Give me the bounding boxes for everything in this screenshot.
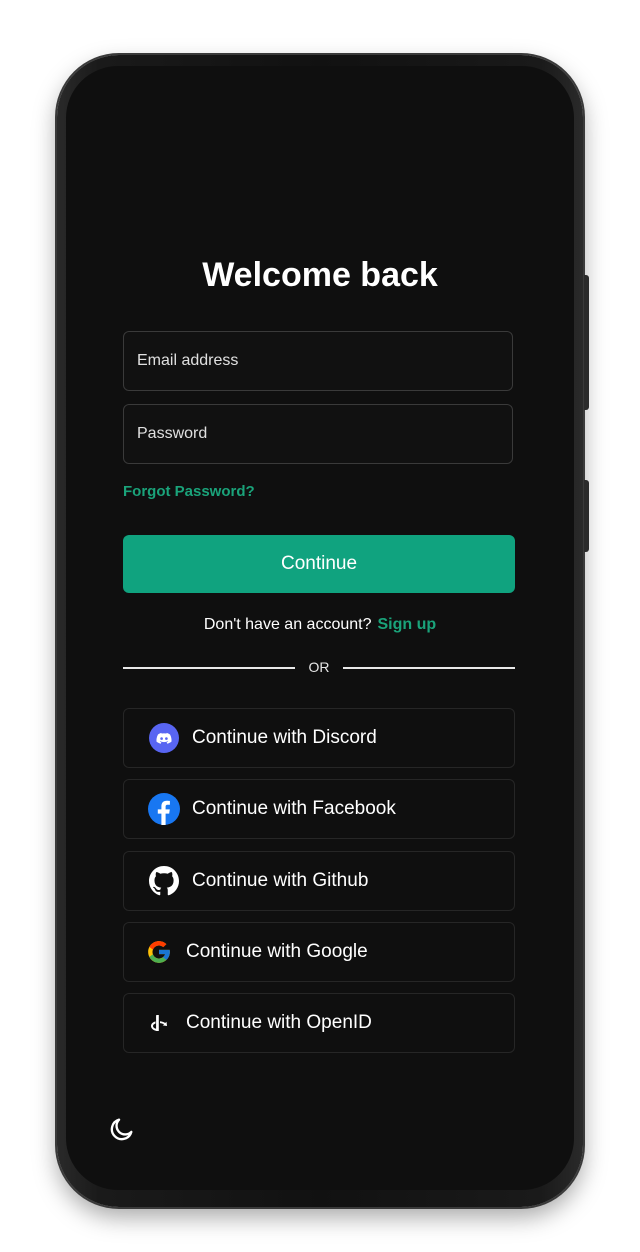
signup-prompt: Don't have an account?: [203, 616, 372, 633]
openid-icon: [146, 1007, 172, 1039]
social-button-label: Continue with Discord: [192, 727, 377, 748]
power-button: [584, 480, 589, 552]
continue-button[interactable]: Continue: [123, 535, 515, 593]
continue-with-github-button[interactable]: Continue with Github: [123, 851, 515, 911]
or-divider: OR: [123, 658, 515, 678]
email-field-container: [123, 331, 513, 391]
google-icon: [146, 936, 172, 968]
divider-line-right: [343, 667, 515, 669]
social-button-label: Continue with Github: [192, 870, 369, 891]
social-button-label: Continue with OpenID: [186, 1012, 372, 1033]
discord-icon: [148, 722, 180, 754]
page-title: Welcome back: [202, 256, 438, 294]
continue-with-google-button[interactable]: Continue with Google: [123, 922, 515, 982]
continue-with-discord-button[interactable]: Continue with Discord: [123, 708, 515, 768]
password-field-container: [123, 404, 513, 464]
phone-frame: Welcome back Forgot Password? Continue D…: [57, 55, 589, 1207]
forgot-password-link[interactable]: Forgot Password?: [123, 483, 255, 500]
social-button-label: Continue with Facebook: [192, 798, 396, 819]
signup-row: Don't have an account? Sign up: [66, 616, 574, 634]
login-screen: Welcome back Forgot Password? Continue D…: [66, 66, 574, 1190]
volume-button: [584, 275, 589, 410]
facebook-icon: [148, 793, 180, 825]
github-icon: [148, 865, 180, 897]
signup-link[interactable]: Sign up: [377, 616, 436, 633]
continue-with-facebook-button[interactable]: Continue with Facebook: [123, 779, 515, 839]
social-button-label: Continue with Google: [186, 941, 368, 962]
continue-button-label: Continue: [280, 553, 358, 574]
email-field[interactable]: [124, 332, 512, 390]
continue-with-openid-button[interactable]: Continue with OpenID: [123, 993, 515, 1053]
moon-icon[interactable]: [108, 1115, 136, 1143]
password-field[interactable]: [124, 405, 512, 463]
